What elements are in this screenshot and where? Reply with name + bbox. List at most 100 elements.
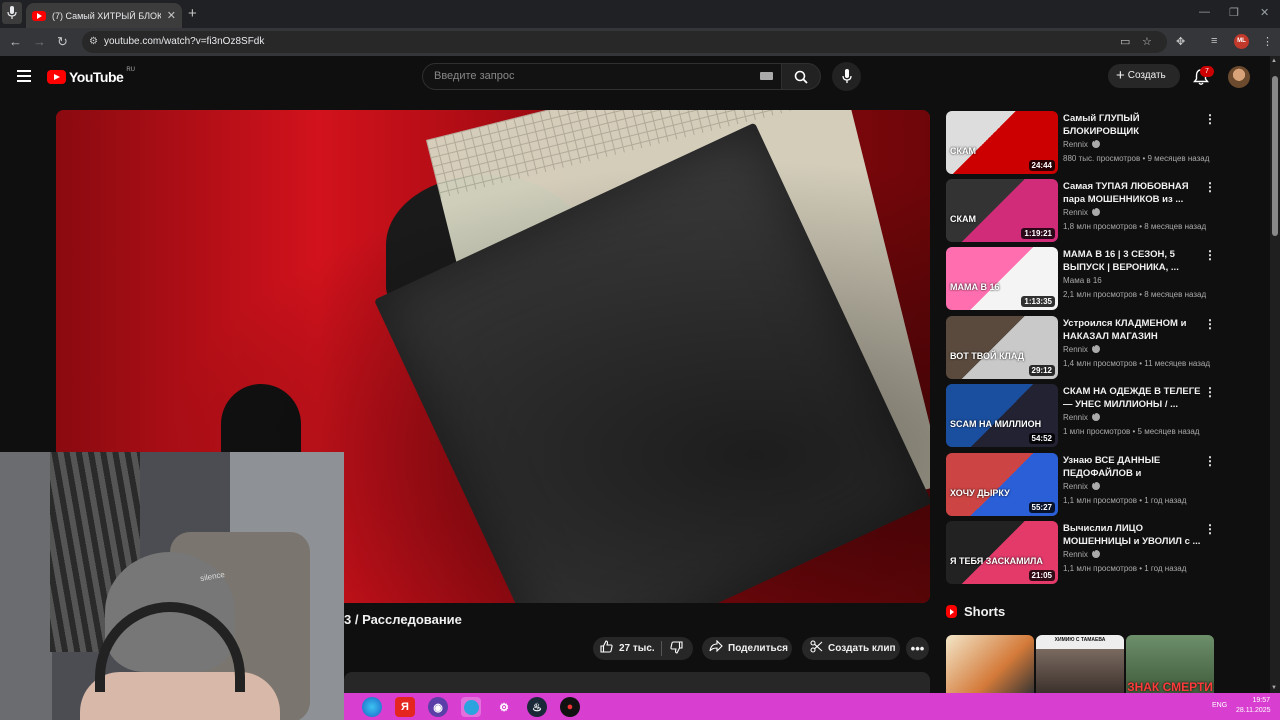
more-options-icon[interactable]: ⋮ [1204, 248, 1216, 262]
channel-name[interactable]: Rennix [1063, 342, 1100, 354]
create-button[interactable]: + Создать [1108, 64, 1180, 88]
search-button[interactable] [781, 63, 821, 90]
hamburger-menu-icon[interactable] [17, 70, 31, 82]
settings-gear-icon[interactable]: ⚙ [494, 697, 514, 717]
obs-record-icon[interactable]: ● [560, 697, 580, 717]
discord-icon[interactable]: ◉ [428, 697, 448, 717]
bookmark-star-icon[interactable]: ☆ [1142, 35, 1152, 48]
browser-menu-icon[interactable]: ⋮ [1262, 35, 1273, 48]
steam-icon[interactable]: ♨ [527, 697, 547, 717]
recommendation-item[interactable]: ВОТ ТВОЙ КЛАД 29:12 Устроился КЛАДМЕНОМ и … [946, 316, 1236, 380]
create-clip-button[interactable]: Создать клип [802, 637, 900, 660]
extensions-icon[interactable]: ✥ [1176, 35, 1185, 48]
recommendation-item[interactable]: СКАМ 1:19:21 Самая ТУПАЯ ЛЮБОВНАЯ пара МОШ… [946, 179, 1236, 243]
short-item[interactable]: ХИМИЮ С ТАМАЕВА [1036, 635, 1124, 695]
create-label: Создать [1127, 70, 1166, 81]
channel-name[interactable]: Rennix [1063, 547, 1100, 559]
video-duration: 55:27 [1028, 502, 1055, 513]
microphone-icon[interactable] [2, 2, 22, 24]
clock-date: 28.11.2025 [1236, 707, 1271, 714]
recommendation-item[interactable]: СКАМ 24:44 Самый ГЛУПЫЙ БЛОКИРОВЩИК ТЕЛЕФО… [946, 111, 1236, 175]
dislike-button[interactable] [670, 637, 683, 660]
channel-name[interactable]: Rennix [1063, 410, 1100, 422]
more-options-icon[interactable]: ⋮ [1204, 454, 1216, 468]
verified-badge-icon [1091, 410, 1100, 421]
site-settings-icon[interactable]: ⚙ [89, 31, 98, 53]
recommendation-title[interactable]: Самый ГЛУПЫЙ БЛОКИРОВЩИК ТЕЛЕФОНО... [1063, 112, 1203, 138]
webcam-doorframe [0, 452, 52, 720]
region-code: RU [126, 67, 135, 73]
more-actions-button[interactable]: ••• [906, 637, 929, 660]
short-item[interactable] [946, 635, 1034, 695]
close-icon[interactable]: ✕ [167, 9, 176, 22]
recommendation-item[interactable]: Я ТЕБЯ ЗАСКАМИЛА 21:05 Вычислил ЛИЦО МОШЕН… [946, 521, 1236, 585]
restore-icon[interactable]: ❐ [1229, 6, 1239, 19]
browser-tab-active[interactable]: (7) Самый ХИТРЫЙ БЛОКИРО ✕ [26, 3, 182, 28]
recommendation-thumbnail[interactable]: СКАМ 1:19:21 [946, 179, 1058, 242]
more-options-icon[interactable]: ⋮ [1204, 317, 1216, 331]
channel-name[interactable]: Rennix [1063, 205, 1100, 217]
recommendation-title[interactable]: Узнаю ВСЕ ДАННЫЕ ПЕДОФАЙЛОВ и НАКАЗЫВА..… [1063, 454, 1203, 480]
recommendation-title[interactable]: Устроился КЛАДМЕНОМ и НАКАЗАЛ МАГАЗИН [1063, 317, 1203, 343]
recommendation-item[interactable]: ХОЧУ ДЫРКУ 55:27 Узнаю ВСЕ ДАННЫЕ ПЕДОФАЙЛ… [946, 453, 1236, 517]
scroll-up-icon[interactable]: ▲ [1271, 58, 1277, 64]
recommendation-title[interactable]: Самая ТУПАЯ ЛЮБОВНАЯ пара МОШЕННИКОВ из … [1063, 180, 1203, 206]
recommendation-thumbnail[interactable]: SCAM НА МИЛЛИОН 54:52 [946, 384, 1058, 447]
video-duration: 1:13:35 [1021, 296, 1055, 307]
edge-browser-icon[interactable] [362, 697, 382, 717]
recommendation-item[interactable]: SCAM НА МИЛЛИОН 54:52 СКАМ НА ОДЕЖДЕ В ТЕЛ… [946, 384, 1236, 448]
recommendation-thumbnail[interactable]: Я ТЕБЯ ЗАСКАМИЛА 21:05 [946, 521, 1058, 584]
recommendation-meta: 1,1 млн просмотров • 1 год назад [1063, 496, 1187, 505]
voice-search-button[interactable] [832, 62, 861, 91]
share-button[interactable]: Поделиться [702, 637, 792, 660]
scissors-icon [810, 637, 823, 660]
short-text: ЗНАК СМЕРТИ [1127, 680, 1213, 694]
keyboard-icon[interactable] [760, 72, 773, 80]
youtube-logo[interactable]: YouTube RU [47, 67, 135, 85]
channel-label: Rennix [1063, 550, 1088, 559]
new-tab-icon[interactable]: + [188, 5, 197, 22]
recommendation-thumbnail[interactable]: МАМА В 16 1:13:35 [946, 247, 1058, 310]
youtube-play-icon [47, 70, 66, 84]
more-options-icon[interactable]: ⋮ [1204, 112, 1216, 126]
media-control-icon[interactable]: ≡ [1211, 35, 1217, 47]
close-window-icon[interactable]: ✕ [1260, 6, 1269, 19]
youtube-favicon-icon [32, 10, 46, 21]
user-avatar[interactable] [1228, 66, 1250, 88]
recommendation-item[interactable]: МАМА В 16 1:13:35 МАМА В 16 | 3 СЕЗОН, 5 В… [946, 247, 1236, 311]
plus-icon: + [1116, 67, 1125, 84]
recommendation-title[interactable]: Вычислил ЛИЦО МОШЕННИЦЫ и УВОЛИЛ с ... [1063, 522, 1203, 548]
language-indicator[interactable]: ENG [1212, 702, 1227, 709]
address-bar[interactable]: ⚙ youtube.com/watch?v=fi3nOz8SFdk [82, 31, 1167, 53]
more-options-icon[interactable]: ⋮ [1204, 385, 1216, 399]
scrollbar-thumb[interactable] [1272, 76, 1278, 236]
page-scrollbar[interactable]: ▲ ▼ [1270, 56, 1280, 693]
reload-icon[interactable]: ↻ [57, 34, 68, 50]
recommendation-thumbnail[interactable]: ХОЧУ ДЫРКУ 55:27 [946, 453, 1058, 516]
scroll-down-icon[interactable]: ▼ [1271, 685, 1277, 691]
share-icon [709, 637, 723, 660]
recommendation-title[interactable]: МАМА В 16 | 3 СЕЗОН, 5 ВЫПУСК | ВЕРОНИКА… [1063, 248, 1203, 274]
channel-name[interactable]: Rennix [1063, 137, 1100, 149]
telegram-icon[interactable] [461, 697, 481, 717]
recommendation-thumbnail[interactable]: СКАМ 24:44 [946, 111, 1058, 174]
short-item[interactable]: ЗНАК СМЕРТИ [1126, 635, 1214, 695]
shorts-label: Shorts [964, 604, 1006, 619]
description-box[interactable] [344, 672, 930, 693]
minimize-icon[interactable]: — [1199, 6, 1210, 18]
recommendation-meta: 2,1 млн просмотров • 8 месяцев назад [1063, 290, 1207, 299]
recommendation-title[interactable]: СКАМ НА ОДЕЖДЕ В ТЕЛЕГЕ — УНЕС МИЛЛИОНЫ … [1063, 385, 1203, 411]
channel-name[interactable]: Rennix [1063, 479, 1100, 491]
search-input[interactable]: Введите запрос [422, 63, 782, 90]
recommendation-thumbnail[interactable]: ВОТ ТВОЙ КЛАД 29:12 [946, 316, 1058, 379]
more-options-icon[interactable]: ⋮ [1204, 522, 1216, 536]
cast-icon[interactable]: ▭ [1120, 35, 1130, 48]
more-options-icon[interactable]: ⋮ [1204, 180, 1216, 194]
back-icon[interactable]: ← [9, 34, 22, 49]
forward-icon[interactable]: → [33, 34, 46, 49]
like-button[interactable] [600, 637, 613, 660]
profile-avatar[interactable]: ML [1234, 34, 1249, 49]
taskbar-clock[interactable]: 19:57 28.11.2025 [1236, 696, 1271, 716]
yandex-browser-icon[interactable]: Я [395, 697, 415, 717]
channel-name[interactable]: Мама в 16 [1063, 276, 1102, 285]
